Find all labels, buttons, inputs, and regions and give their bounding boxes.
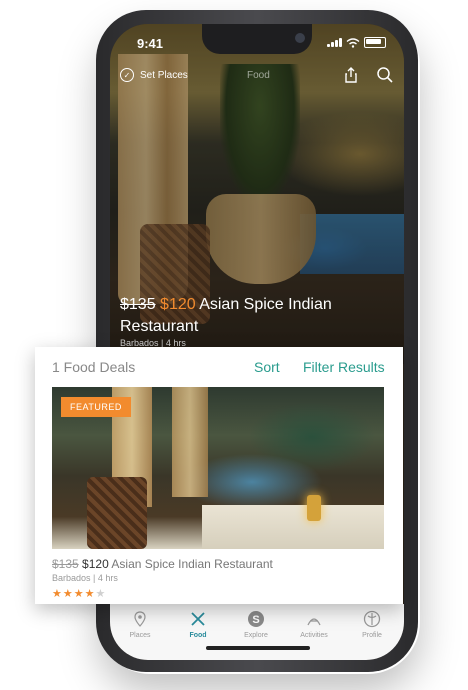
star-icon: ★ <box>52 588 63 600</box>
tab-profile[interactable]: Profile <box>344 610 400 639</box>
camera-dot <box>295 33 305 43</box>
share-icon[interactable] <box>342 66 360 84</box>
deal-restaurant-name: Asian Spice Indian Restaurant <box>111 557 273 571</box>
curtain <box>118 54 188 304</box>
hero-title[interactable]: $135 $120 Asian Spice Indian Restaurant <box>120 294 390 338</box>
tab-label-explore: Explore <box>244 632 268 639</box>
deal-duration: 4 hrs <box>97 573 118 583</box>
explore-icon: S <box>248 611 264 627</box>
pool <box>300 214 404 274</box>
wifi-icon <box>346 37 360 48</box>
set-places-button[interactable]: ✓ Set Places <box>120 68 188 82</box>
photo-table <box>202 505 384 549</box>
tab-label-food: Food <box>189 632 207 639</box>
hero-new-price: $120 <box>160 296 196 313</box>
deal-location: Barbados <box>52 573 91 583</box>
deal-photo[interactable]: FEATURED <box>52 387 384 549</box>
utensils-icon <box>191 612 205 626</box>
star-icon: ★ <box>95 588 107 600</box>
deal-meta: Barbados | 4 hrs <box>52 573 118 583</box>
page-title: Food <box>247 70 270 81</box>
star-icon: ★ <box>84 588 96 600</box>
photo-chair <box>87 477 147 549</box>
deal-title[interactable]: $135 $120 Asian Spice Indian Restaurant <box>52 557 273 571</box>
top-nav: ✓ Set Places Food <box>110 66 404 90</box>
star-icon: ★ <box>73 588 85 600</box>
filter-results-button[interactable]: Filter Results <box>303 359 385 375</box>
photo-lantern <box>307 495 321 521</box>
home-indicator <box>206 646 310 650</box>
star-icon: ★ <box>62 588 74 600</box>
status-time: 9:41 <box>137 36 164 51</box>
tab-label-profile: Profile <box>362 632 382 639</box>
photo-curtain-2 <box>172 387 208 497</box>
battery-icon <box>364 37 386 48</box>
rating-stars: ★★★★★ <box>52 587 106 600</box>
tab-activities[interactable]: Activities <box>286 610 342 639</box>
bottom-tab-bar: Places Food S Explore Activities Profile <box>110 604 404 660</box>
signal-icon <box>327 38 342 47</box>
planter-pot <box>206 194 316 284</box>
activities-icon <box>307 618 321 626</box>
tab-label-activities: Activities <box>300 632 328 639</box>
status-icons <box>327 37 386 48</box>
hero-old-price: $135 <box>120 296 156 313</box>
tab-explore[interactable]: S Explore <box>228 610 284 639</box>
deals-count: 1 Food Deals <box>52 359 136 375</box>
svg-text:S: S <box>252 614 259 626</box>
deal-old-price: $135 <box>52 557 79 571</box>
featured-badge: FEATURED <box>61 397 131 417</box>
set-places-label: Set Places <box>140 69 188 81</box>
tab-places[interactable]: Places <box>112 610 168 639</box>
tab-label-places: Places <box>129 632 151 639</box>
sort-button[interactable]: Sort <box>254 359 280 375</box>
pin-icon <box>134 611 146 627</box>
check-circle-icon: ✓ <box>120 68 134 82</box>
tab-food[interactable]: Food <box>170 610 226 639</box>
search-icon[interactable] <box>376 66 394 84</box>
deal-new-price: $120 <box>82 557 109 571</box>
deals-panel: 1 Food Deals Sort Filter Results FEATURE… <box>35 347 403 604</box>
profile-icon <box>363 610 381 628</box>
